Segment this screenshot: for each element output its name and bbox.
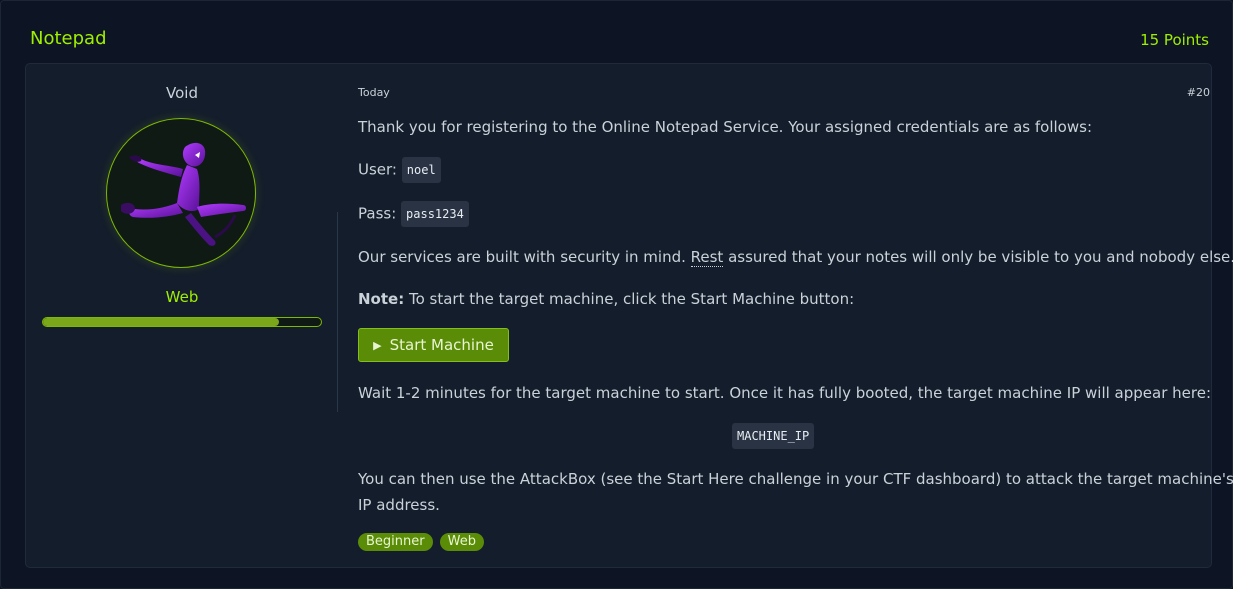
divider [337, 212, 338, 412]
user-code: noel [401, 157, 441, 183]
pass-label: Pass: [358, 204, 397, 223]
challenge-title: Notepad [30, 28, 107, 49]
post-number[interactable]: #20 [1187, 86, 1210, 99]
challenge-points: 15 Points [1140, 31, 1209, 49]
pass-line: Pass: pass1234 [358, 201, 469, 227]
author-name[interactable]: Void [26, 84, 338, 102]
attack-text-line2: IP address. [358, 496, 440, 514]
wait-text: Wait 1-2 minutes for the target machine … [358, 384, 1211, 402]
note-body: To start the target machine, click the S… [404, 290, 855, 308]
challenge-panel: Notepad 15 Points Void Web Today #20 Tha… [0, 0, 1233, 589]
note-label: Note: [358, 290, 405, 308]
security-text-start: Our services are built with security in … [358, 248, 691, 266]
security-text: Our services are built with security in … [358, 248, 1233, 267]
attack-text-line1: You can then use the AttackBox (see the … [358, 470, 1233, 488]
post-card: Void Web Today #20 Thank you for registe… [25, 63, 1233, 568]
note-text: Note: To start the target machine, click… [358, 290, 854, 308]
post-date: Today [358, 86, 390, 99]
security-text-end: assured that your notes will only be vis… [723, 248, 1233, 266]
play-icon: ▶ [373, 338, 382, 352]
tag-web[interactable]: Web [439, 533, 484, 551]
progress-fill [43, 318, 280, 326]
pass-code: pass1234 [401, 201, 469, 227]
start-machine-button[interactable]: ▶ Start Machine [358, 328, 509, 362]
user-line: User: noel [358, 157, 441, 183]
machine-ip-box: MACHINE_IP [732, 423, 815, 449]
start-machine-label: Start Machine [389, 336, 494, 354]
user-label: User: [358, 160, 397, 179]
intro-text: Thank you for registering to the Online … [358, 118, 1092, 136]
ninja-avatar-icon[interactable] [106, 118, 256, 268]
tag-beginner[interactable]: Beginner [358, 533, 433, 551]
category-label: Web [165, 288, 199, 306]
machine-ip-code: MACHINE_IP [732, 423, 815, 449]
category-progress-bar [42, 317, 322, 327]
tag-list: Beginner Web [358, 533, 484, 551]
rest-abbr[interactable]: Rest [690, 248, 724, 267]
